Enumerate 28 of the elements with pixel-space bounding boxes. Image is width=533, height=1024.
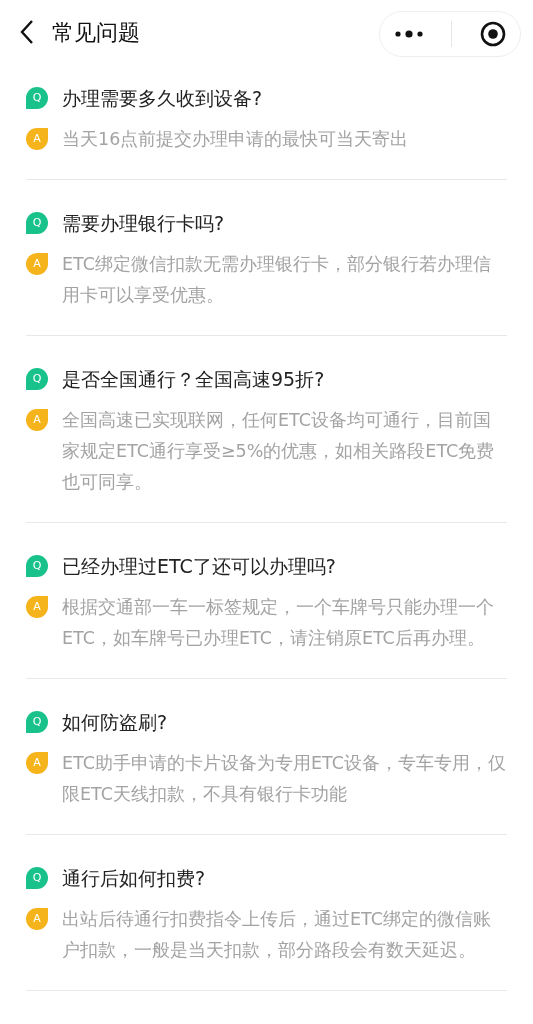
question-text: 需要办理银行卡吗? <box>62 211 225 236</box>
question-text: 通行后如何扣费? <box>62 866 206 891</box>
answer-badge: A <box>26 596 48 618</box>
question-text: 是否全国通行？全国高速95折? <box>62 367 325 392</box>
answer-badge: A <box>26 128 48 150</box>
back-icon[interactable] <box>20 19 34 45</box>
answer-badge: A <box>26 409 48 431</box>
question-badge: Q <box>26 867 48 889</box>
more-icon[interactable] <box>393 30 424 38</box>
page-title: 常见问题 <box>52 18 140 47</box>
close-icon[interactable] <box>480 21 507 47</box>
answer-text: 根据交通部一车一标签规定，一个车牌号只能办理一个ETC，如车牌号已办理ETC，请注销原ETC后再办理。 <box>62 596 495 650</box>
question-badge: Q <box>26 212 48 234</box>
answer-text: 出站后待通行扣费指令上传后，通过ETC绑定的微信账户扣款，一般是当天扣款，部分路段会有数天延迟。 <box>62 908 492 962</box>
question-badge: Q <box>26 87 48 109</box>
answer-text: ETC绑定微信扣款无需办理银行卡，部分银行若办理信用卡可以享受优惠。 <box>62 253 492 307</box>
question-text: 如何防盗刷? <box>62 710 168 735</box>
question-badge: Q <box>26 368 48 390</box>
question-text: 办理需要多久收到设备? <box>62 86 263 111</box>
answer-text: 当天16点前提交办理申请的最快可当天寄出 <box>62 128 409 151</box>
question-text: 已经办理过ETC了还可以办理吗? <box>62 554 336 579</box>
answer-badge: A <box>26 752 48 774</box>
answer-badge: A <box>26 908 48 930</box>
answer-text: ETC助手申请的卡片设备为专用ETC设备，专车专用，仅限ETC天线扣款，不具有银行卡功能 <box>62 752 507 806</box>
question-badge: Q <box>26 711 48 733</box>
question-badge: Q <box>26 555 48 577</box>
answer-badge: A <box>26 253 48 275</box>
answer-text: 全国高速已实现联网，任何ETC设备均可通行，目前国家规定ETC通行享受≥5%的优惠，如相关路段ETC免费也可同享。 <box>62 409 496 494</box>
